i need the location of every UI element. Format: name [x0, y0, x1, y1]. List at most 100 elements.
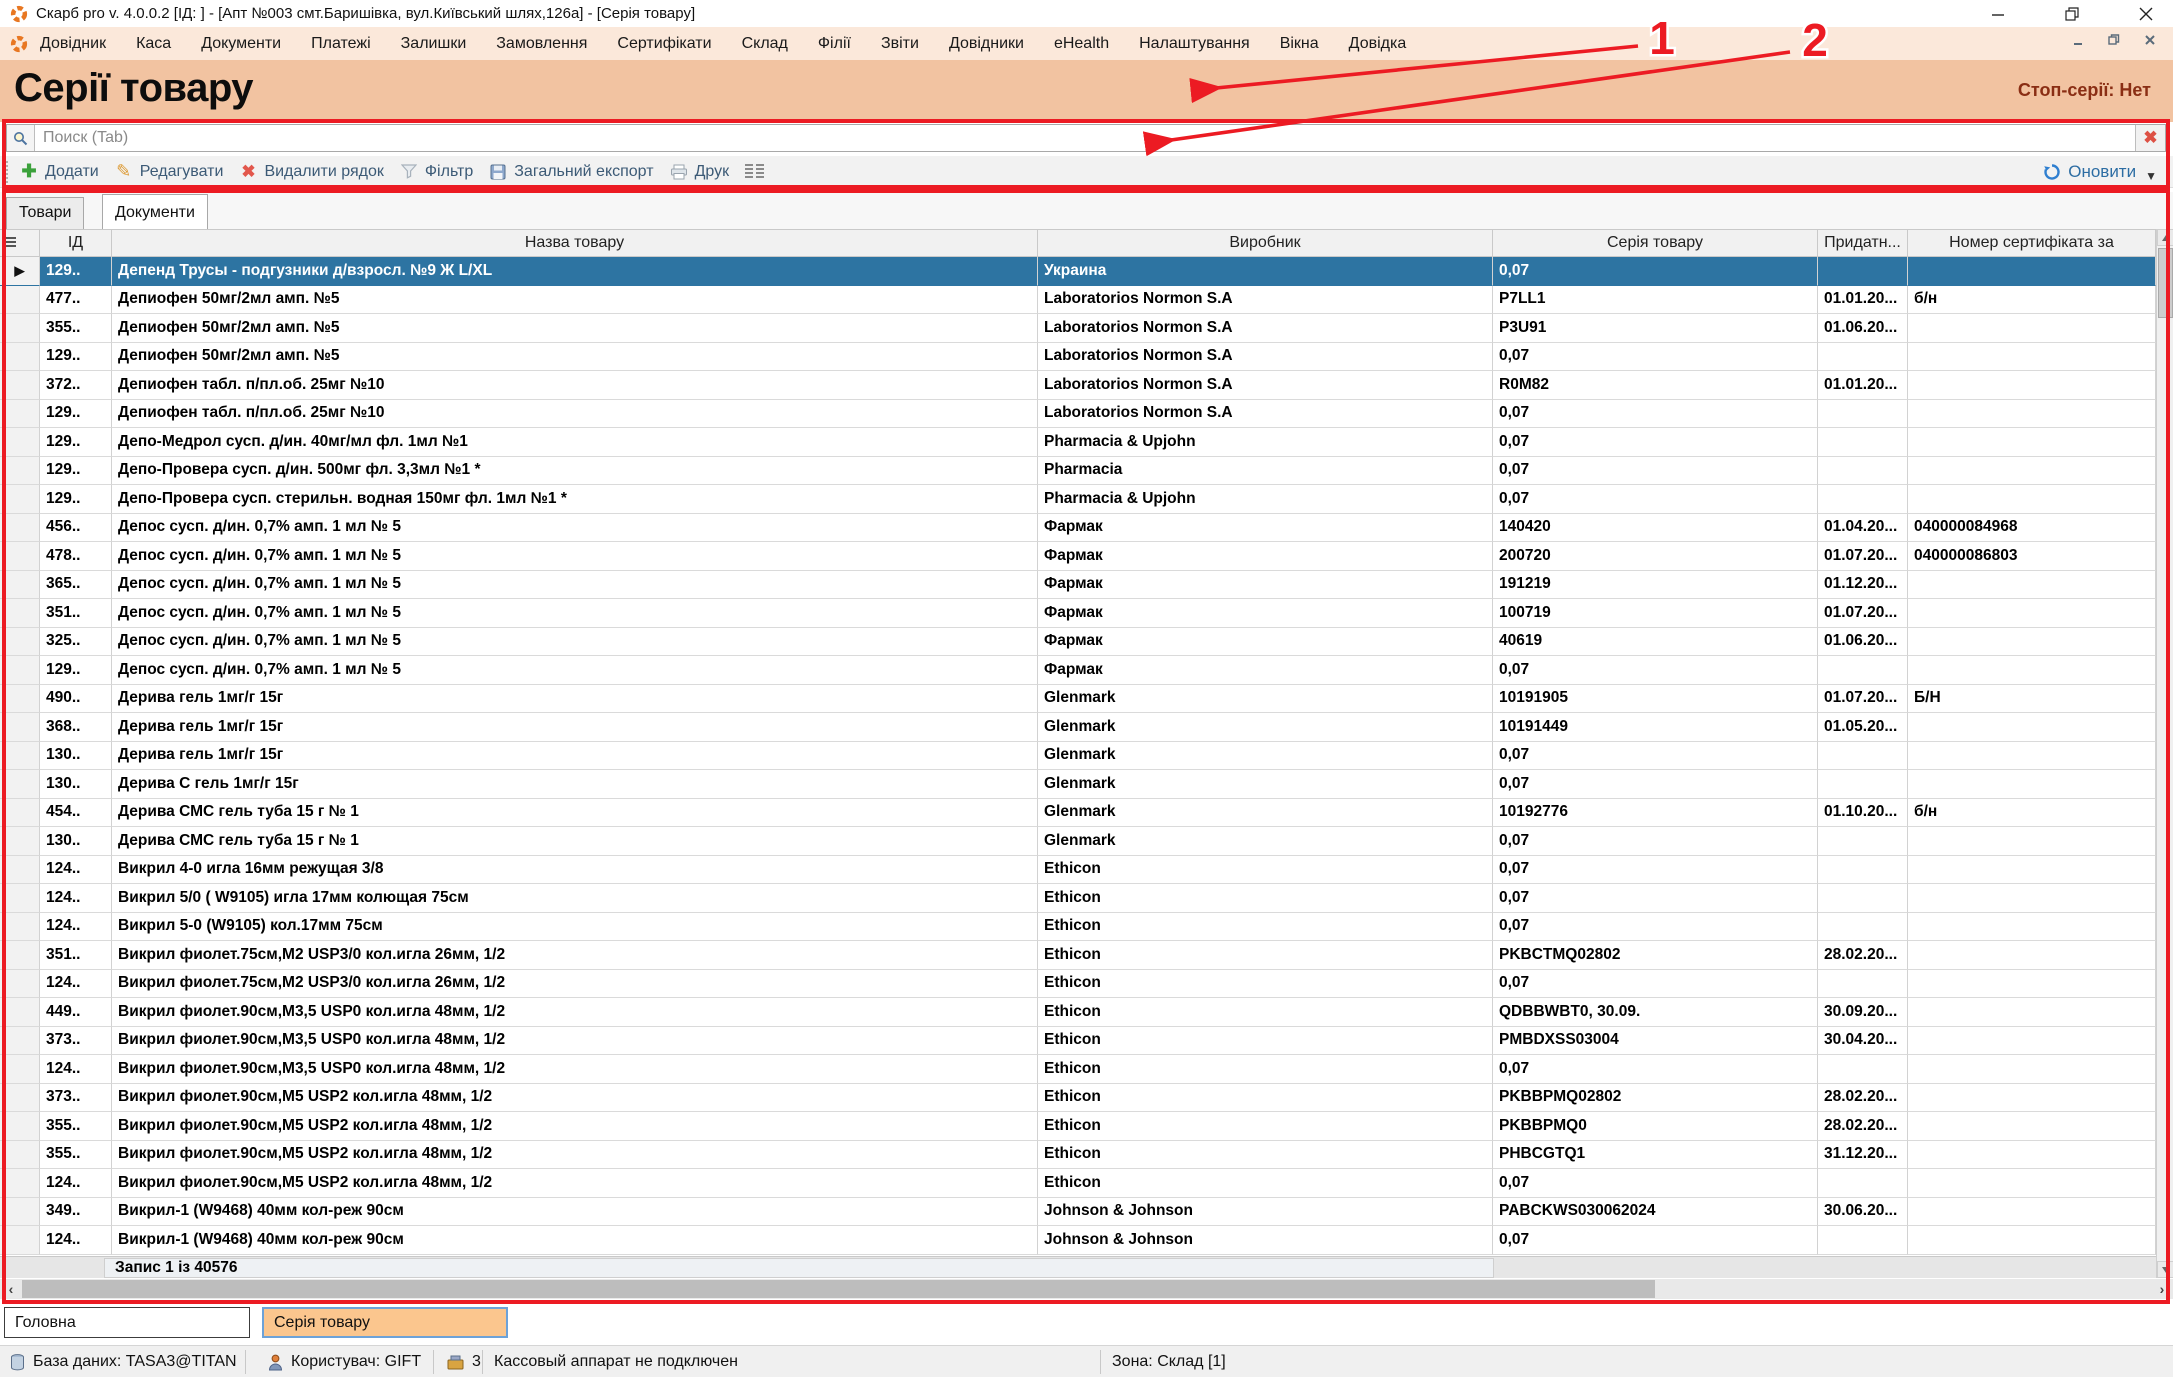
row-selector[interactable] [0, 713, 40, 742]
table-row[interactable]: 373..Викрил фиолет.90см,М3,5 USP0 кол.иг… [0, 1027, 2156, 1056]
cell-series[interactable]: PHBCGTQ1 [1493, 1141, 1818, 1170]
add-button[interactable]: ✚ Додати [20, 163, 99, 181]
cell-id[interactable]: 365.. [40, 571, 112, 600]
row-selector[interactable] [0, 1027, 40, 1056]
cell-id[interactable]: 355.. [40, 1112, 112, 1141]
cell-id[interactable]: 355.. [40, 1141, 112, 1170]
cell-cert[interactable] [1908, 628, 2156, 657]
cell-expiry[interactable] [1818, 1226, 1908, 1255]
cell-expiry[interactable]: 01.04.20... [1818, 514, 1908, 543]
cell-cert[interactable] [1908, 257, 2156, 286]
cell-expiry[interactable]: 01.07.20... [1818, 542, 1908, 571]
menu-item-13[interactable]: Вікна [1280, 35, 1319, 53]
cell-name[interactable]: Депос сусп. д/ин. 0,7% амп. 1 мл № 5 [112, 571, 1038, 600]
table-row[interactable]: 124..Викрил фиолет.75см,М2 USP3/0 кол.иг… [0, 970, 2156, 999]
table-row[interactable]: 355..Викрил фиолет.90см,М5 USP2 кол.игла… [0, 1141, 2156, 1170]
menu-item-14[interactable]: Довідка [1349, 35, 1407, 53]
cell-maker[interactable]: Glenmark [1038, 827, 1493, 856]
menu-item-5[interactable]: Замовлення [496, 35, 587, 53]
menu-item-12[interactable]: Налаштування [1139, 35, 1250, 53]
cell-cert[interactable] [1908, 343, 2156, 372]
row-selector[interactable] [0, 599, 40, 628]
filter-button[interactable]: Фільтр [400, 163, 473, 181]
table-row[interactable]: 129..Депо-Провера сусп. д/ин. 500мг фл. … [0, 457, 2156, 486]
table-row[interactable]: 325..Депос сусп. д/ин. 0,7% амп. 1 мл № … [0, 628, 2156, 657]
cell-id[interactable]: 456.. [40, 514, 112, 543]
cell-series[interactable]: 100719 [1493, 599, 1818, 628]
cell-maker[interactable]: Ethicon [1038, 856, 1493, 885]
cell-cert[interactable] [1908, 1112, 2156, 1141]
cell-cert[interactable] [1908, 1169, 2156, 1198]
row-selector[interactable] [0, 314, 40, 343]
cell-expiry[interactable] [1818, 913, 1908, 942]
cell-expiry[interactable] [1818, 257, 1908, 286]
cell-name[interactable]: Дерива гель 1мг/г 15г [112, 685, 1038, 714]
cell-maker[interactable]: Ethicon [1038, 1112, 1493, 1141]
cell-maker[interactable]: Фармак [1038, 542, 1493, 571]
cell-series[interactable]: PKBCTMQ02802 [1493, 941, 1818, 970]
cell-maker[interactable]: Glenmark [1038, 799, 1493, 828]
cell-expiry[interactable]: 01.06.20... [1818, 314, 1908, 343]
row-selector[interactable] [0, 1141, 40, 1170]
row-selector[interactable] [0, 286, 40, 315]
search-icon[interactable] [7, 125, 35, 151]
menu-item-0[interactable]: Довідник [40, 35, 106, 53]
table-row[interactable]: 372..Депиофен табл. п/пл.об. 25мг №10Lab… [0, 371, 2156, 400]
row-selector[interactable] [0, 1169, 40, 1198]
row-selector[interactable] [0, 1112, 40, 1141]
scroll-down-icon[interactable] [2157, 1261, 2173, 1278]
table-row[interactable]: 129..Депиофен 50мг/2мл амп. №5Laboratori… [0, 343, 2156, 372]
table-row[interactable]: 124..Викрил фиолет.90см,М3,5 USP0 кол.иг… [0, 1055, 2156, 1084]
cell-expiry[interactable]: 01.12.20... [1818, 571, 1908, 600]
cell-series[interactable]: PMBDXSS03004 [1493, 1027, 1818, 1056]
cell-name[interactable]: Дерива гель 1мг/г 15г [112, 742, 1038, 771]
cell-maker[interactable]: Glenmark [1038, 770, 1493, 799]
cell-name[interactable]: Викрил фиолет.90см,М5 USP2 кол.игла 48мм… [112, 1141, 1038, 1170]
cell-expiry[interactable]: 28.02.20... [1818, 1084, 1908, 1113]
cell-name[interactable]: Викрил 5/0 ( W9105) игла 17мм колющая 75… [112, 884, 1038, 913]
table-row[interactable]: 349..Викрил-1 (W9468) 40мм кол-реж 90смJ… [0, 1198, 2156, 1227]
delete-row-button[interactable]: ✖ Видалити рядок [239, 163, 383, 181]
cell-id[interactable]: 355.. [40, 314, 112, 343]
cell-id[interactable]: 130.. [40, 742, 112, 771]
table-row[interactable]: 365..Депос сусп. д/ин. 0,7% амп. 1 мл № … [0, 571, 2156, 600]
cell-id[interactable]: 373.. [40, 1027, 112, 1056]
row-selector[interactable] [0, 571, 40, 600]
cell-cert[interactable] [1908, 770, 2156, 799]
cell-cert[interactable] [1908, 656, 2156, 685]
cell-id[interactable]: 124.. [40, 1169, 112, 1198]
cell-cert[interactable] [1908, 1084, 2156, 1113]
cell-id[interactable]: 124.. [40, 970, 112, 999]
refresh-button[interactable]: Оновити ▼ [2043, 161, 2157, 183]
cell-expiry[interactable] [1818, 485, 1908, 514]
cell-maker[interactable]: Фармак [1038, 656, 1493, 685]
row-selector[interactable] [0, 1198, 40, 1227]
cell-cert[interactable] [1908, 827, 2156, 856]
cell-series[interactable]: 10191905 [1493, 685, 1818, 714]
column-header-maker[interactable]: Виробник [1038, 230, 1493, 256]
cell-id[interactable]: 372.. [40, 371, 112, 400]
row-selector[interactable] [0, 856, 40, 885]
table-row[interactable]: 129..Депо-Провера сусп. стерильн. водная… [0, 485, 2156, 514]
cell-id[interactable]: 129.. [40, 428, 112, 457]
row-selector[interactable] [0, 542, 40, 571]
cell-id[interactable]: 325.. [40, 628, 112, 657]
cell-id[interactable]: 130.. [40, 770, 112, 799]
row-selector[interactable] [0, 1055, 40, 1084]
row-selector[interactable] [0, 913, 40, 942]
cell-name[interactable]: Викрил фиолет.90см,М3,5 USP0 кол.игла 48… [112, 1055, 1038, 1084]
table-row[interactable]: 124..Викрил 5/0 ( W9105) игла 17мм колющ… [0, 884, 2156, 913]
cell-maker[interactable]: Glenmark [1038, 713, 1493, 742]
cell-name[interactable]: Депиофен табл. п/пл.об. 25мг №10 [112, 371, 1038, 400]
cell-id[interactable]: 124.. [40, 1226, 112, 1255]
cell-expiry[interactable]: 01.10.20... [1818, 799, 1908, 828]
cell-maker[interactable]: Laboratorios Normon S.A [1038, 371, 1493, 400]
cell-expiry[interactable] [1818, 1055, 1908, 1084]
cell-expiry[interactable]: 28.02.20... [1818, 941, 1908, 970]
cell-maker[interactable]: Ethicon [1038, 1141, 1493, 1170]
cell-id[interactable]: 130.. [40, 827, 112, 856]
table-row[interactable]: 124..Викрил 5-0 (W9105) кол.17мм 75смEth… [0, 913, 2156, 942]
table-row[interactable]: 449..Викрил фиолет.90см,М3,5 USP0 кол.иг… [0, 998, 2156, 1027]
cell-expiry[interactable] [1818, 1169, 1908, 1198]
row-selector[interactable] [0, 514, 40, 543]
